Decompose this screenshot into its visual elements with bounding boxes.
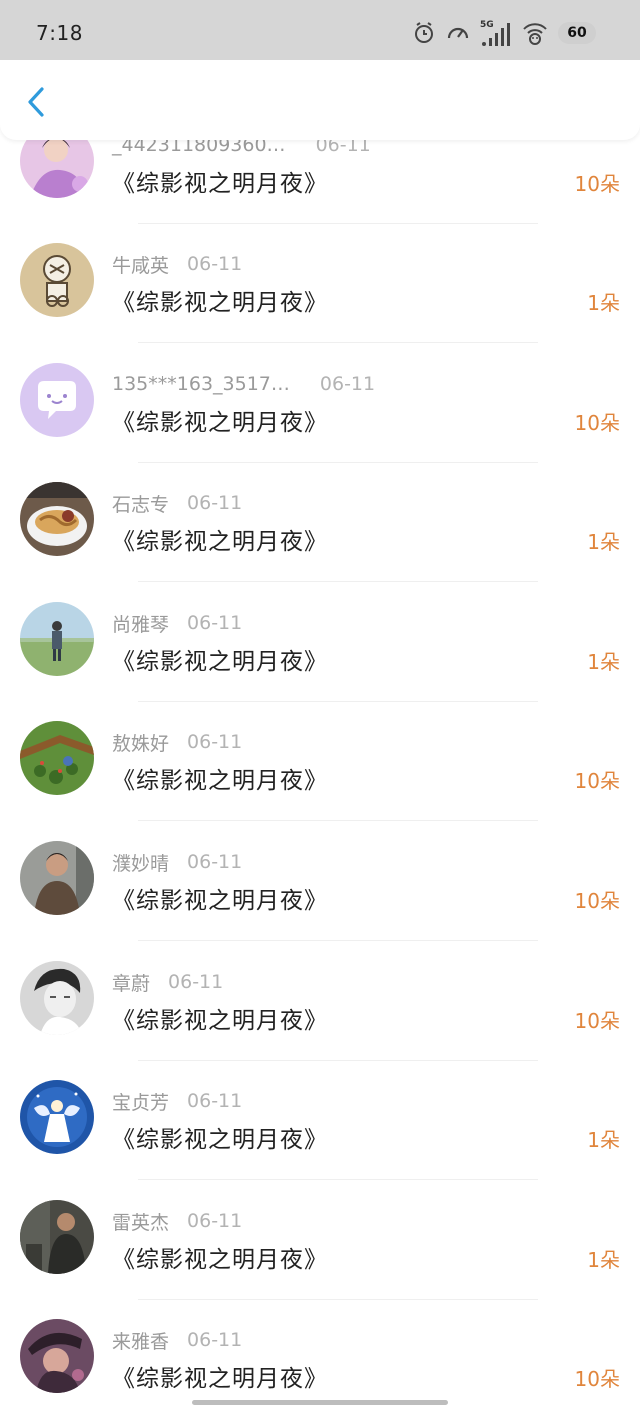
name-line: 尚雅琴 06-11: [112, 610, 242, 636]
flower-amount: 1朵: [587, 530, 620, 554]
list-item[interactable]: 牛咸英 06-11 《综影视之明月夜》 1朵: [0, 243, 640, 363]
avatar: [20, 363, 94, 437]
name-line: 来雅香 06-11: [112, 1327, 242, 1353]
record-date: 06-11: [187, 1329, 243, 1351]
list-item[interactable]: 135***163_3517… 06-11 《综影视之明月夜》 10朵: [0, 363, 640, 483]
book-title: 《综影视之明月夜》: [112, 888, 328, 914]
battery-level: 60: [567, 25, 587, 41]
book-title: 《综影视之明月夜》: [112, 410, 328, 436]
list-item[interactable]: 宝贞芳 06-11 《综影视之明月夜》 1朵: [0, 1080, 640, 1200]
divider: [138, 1060, 538, 1061]
battery-indicator: 60: [558, 22, 596, 44]
book-title: 《综影视之明月夜》: [112, 1008, 328, 1034]
name-line: 牛咸英 06-11: [112, 251, 242, 277]
chevron-left-icon[interactable]: [22, 84, 52, 120]
record-date: 06-11: [168, 971, 224, 993]
gift-record-list: _442311809360… 06-11 《综影视之明月夜》 10朵 牛咸英 0…: [0, 0, 640, 1408]
user-name: 135***163_3517…: [112, 373, 290, 395]
list-item[interactable]: 章蔚 06-11 《综影视之明月夜》 10朵: [0, 961, 640, 1081]
avatar: [20, 1200, 94, 1274]
user-name: 石志专: [112, 493, 170, 516]
record-date: 06-11: [187, 1210, 243, 1232]
user-name: 雷英杰: [112, 1211, 170, 1234]
signal-5g-icon: 5G: [480, 20, 510, 46]
divider: [138, 462, 538, 463]
record-date: 06-11: [187, 851, 243, 873]
flower-amount: 1朵: [587, 1128, 620, 1152]
record-date: 06-11: [187, 731, 243, 753]
divider: [138, 820, 538, 821]
list-item[interactable]: 石志专 06-11 《综影视之明月夜》 1朵: [0, 482, 640, 602]
speedometer-icon: [447, 27, 469, 39]
book-title: 《综影视之明月夜》: [112, 529, 328, 555]
record-date: 06-11: [187, 1090, 243, 1112]
user-name: 敖姝好: [112, 732, 170, 755]
book-title: 《综影视之明月夜》: [112, 290, 328, 316]
divider: [138, 1299, 538, 1300]
flower-amount: 10朵: [574, 411, 620, 435]
alarm-icon: [415, 22, 433, 43]
list-item[interactable]: 敖姝好 06-11 《综影视之明月夜》 10朵: [0, 721, 640, 841]
name-line: 敖姝好 06-11: [112, 729, 242, 755]
user-name: 牛咸英: [112, 254, 170, 277]
name-line: 章蔚 06-11: [112, 969, 223, 995]
record-date: 06-11: [319, 373, 376, 395]
status-icons: 5G 60: [412, 16, 596, 50]
user-name: 来雅香: [112, 1330, 170, 1353]
name-line: 濮妙晴 06-11: [112, 849, 242, 875]
home-indicator[interactable]: [192, 1400, 448, 1405]
top-nav-bar: [0, 58, 640, 140]
status-bar: 7:18 5G 60: [0, 0, 640, 60]
avatar: [20, 602, 94, 676]
user-name: 濮妙晴: [112, 852, 170, 875]
list-item[interactable]: 来雅香 06-11 《综影视之明月夜》 10朵: [0, 1319, 640, 1408]
divider: [138, 223, 538, 224]
book-title: 《综影视之明月夜》: [112, 1127, 328, 1153]
user-name: 宝贞芳: [112, 1091, 170, 1114]
avatar: [20, 961, 94, 1035]
divider: [138, 342, 538, 343]
name-line: 宝贞芳 06-11: [112, 1088, 242, 1114]
avatar: [20, 1319, 94, 1393]
list-item[interactable]: 尚雅琴 06-11 《综影视之明月夜》 1朵: [0, 602, 640, 722]
name-line: 雷英杰 06-11: [112, 1208, 242, 1234]
status-time: 7:18: [36, 21, 83, 45]
flower-amount: 10朵: [574, 889, 620, 913]
book-title: 《综影视之明月夜》: [112, 768, 328, 794]
avatar: [20, 482, 94, 556]
book-title: 《综影视之明月夜》: [112, 171, 328, 197]
flower-amount: 10朵: [574, 1367, 620, 1391]
avatar: [20, 243, 94, 317]
book-title: 《综影视之明月夜》: [112, 649, 328, 675]
flower-amount: 1朵: [587, 650, 620, 674]
book-title: 《综影视之明月夜》: [112, 1366, 328, 1392]
avatar: [20, 721, 94, 795]
divider: [138, 581, 538, 582]
list-item[interactable]: 濮妙晴 06-11 《综影视之明月夜》 10朵: [0, 841, 640, 961]
list-item[interactable]: _442311809360… 06-11 《综影视之明月夜》 10朵: [0, 124, 640, 244]
flower-amount: 1朵: [587, 1248, 620, 1272]
avatar: [20, 841, 94, 915]
flower-amount: 10朵: [574, 172, 620, 196]
flower-amount: 10朵: [574, 1009, 620, 1033]
wifi-icon: [523, 23, 547, 45]
flower-amount: 10朵: [574, 769, 620, 793]
record-date: 06-11: [187, 253, 243, 275]
divider: [138, 940, 538, 941]
name-line: 135***163_3517… 06-11: [112, 371, 375, 397]
svg-text:5G: 5G: [480, 20, 494, 30]
flower-amount: 1朵: [587, 291, 620, 315]
user-name: 尚雅琴: [112, 613, 170, 636]
book-title: 《综影视之明月夜》: [112, 1247, 328, 1273]
app-frame: 7:18 5G 60 _442311809360… 06-11 《综影视之明月夜…: [0, 0, 640, 1408]
divider: [138, 701, 538, 702]
record-date: 06-11: [187, 492, 243, 514]
name-line: 石志专 06-11: [112, 490, 242, 516]
list-item[interactable]: 雷英杰 06-11 《综影视之明月夜》 1朵: [0, 1200, 640, 1320]
record-date: 06-11: [187, 612, 243, 634]
user-name: 章蔚: [112, 972, 151, 995]
avatar: [20, 1080, 94, 1154]
divider: [138, 1179, 538, 1180]
